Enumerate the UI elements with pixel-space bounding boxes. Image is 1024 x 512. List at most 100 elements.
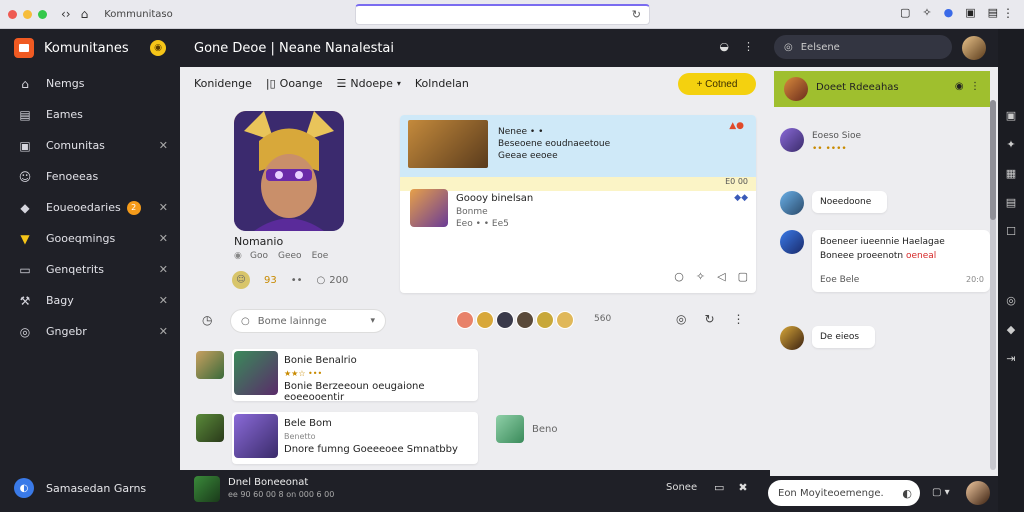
sidebar-item-2[interactable]: ▣ Comunitas ✕ (0, 130, 180, 161)
close-icon[interactable]: ✕ (159, 325, 168, 338)
lock-ext-icon[interactable]: ▤ (988, 6, 998, 19)
sidebar-item-6[interactable]: ▭ Genqetrits ✕ (0, 254, 180, 285)
feature-card[interactable]: Nenee • • Beseoene eoudnaeetoue Geeae ee… (400, 115, 756, 293)
window-close-button[interactable] (8, 9, 17, 19)
filter-dropdown[interactable]: ○ Bome lainnge ▾ (230, 309, 386, 333)
expand-icon[interactable]: ▢ (738, 270, 748, 283)
rail-icon-exit[interactable]: ⇥ (1006, 352, 1015, 365)
hero-meta-item: Goo (250, 251, 268, 261)
like-icon[interactable]: ○ (674, 270, 684, 283)
message-text: Boneee proeenotn (820, 251, 906, 261)
right-rail: ▣ ✦ ▦ ▤ ☐ ◎ ◆ ⇥ (998, 29, 1024, 512)
chat-message[interactable]: Boeneer iueennie Haelagae Boneee proeeno… (780, 230, 990, 292)
window-minimize-button[interactable] (23, 9, 32, 19)
share-icon[interactable]: ✧ (696, 270, 705, 283)
home-icon[interactable]: ⌂ (81, 7, 89, 21)
chat-icon[interactable]: ▭ (714, 481, 724, 494)
blue-ext-icon[interactable]: ● (944, 6, 954, 19)
connect-button[interactable]: + Cotned (678, 73, 756, 95)
now-playing-sub: ee 90 60 00 8 on 000 6 00 (228, 490, 335, 499)
puzzle-ext-icon[interactable]: ✧ (922, 6, 931, 19)
flag-icon[interactable]: ▲● (729, 121, 744, 131)
scrollbar-thumb[interactable] (990, 100, 996, 220)
sidebar-footer[interactable]: ◐ Samasedan Garns (14, 478, 146, 498)
aside-item[interactable]: Beno (496, 415, 557, 443)
user-avatar[interactable] (962, 36, 986, 60)
tab-0[interactable]: Konidenge (194, 77, 252, 90)
close-icon[interactable]: ✕ (159, 294, 168, 307)
hero-name: Nomanio (234, 235, 284, 248)
my-avatar[interactable] (966, 481, 990, 505)
shield-ext-icon[interactable]: ▢ (900, 6, 910, 19)
chat-compose: Eon Moyiteoemenge. ◐ ▢ ▾ (768, 476, 998, 512)
more-icon[interactable]: ⋮ (970, 81, 980, 92)
post-thumb[interactable] (196, 414, 224, 442)
post-title: Bonie Benalrio (284, 355, 357, 366)
browser-chrome: ‹› ⌂ Kommunitaso ↻ ▢ ✧ ● ▣ ▤ ⋮ (0, 0, 1024, 29)
chat-message[interactable]: De eieos (780, 326, 876, 350)
sidebar-item-8[interactable]: ◎ Gngebr ✕ (0, 316, 180, 347)
post-menu-icon[interactable]: ◆◆ (734, 193, 748, 203)
post-card[interactable]: Bele Bom Benetto Dnore fumng Goeeeoee Sm… (232, 412, 478, 464)
filter-placeholder: Bome lainnge (257, 315, 327, 327)
send-icon[interactable]: ◐ (902, 487, 912, 500)
chat-group-header[interactable]: Doeet Rdeeahas ◉ ⋮ (774, 71, 990, 107)
refresh-icon[interactable]: ◎ (676, 312, 686, 326)
group-name: Doeet Rdeeahas (816, 82, 899, 93)
bottom-label[interactable]: Sonee (666, 482, 697, 493)
rail-icon-link[interactable]: ✦ (1006, 138, 1015, 151)
notification-icon[interactable]: ◒ (719, 40, 729, 53)
rail-icon-bell[interactable]: ▣ (1006, 109, 1016, 122)
url-bar[interactable]: ↻ (355, 4, 650, 25)
close-icon[interactable]: ✕ (159, 139, 168, 152)
rail-icon-list[interactable]: ▤ (1006, 196, 1016, 209)
menu-icon[interactable]: ⋮ (1002, 6, 1014, 20)
reload-icon[interactable]: ↻ (632, 8, 641, 21)
post-text: Bonie Berzeeoun oeugaione eoeeooentir (284, 381, 425, 403)
sync-icon[interactable]: ↻ (704, 312, 714, 326)
chat-input[interactable]: Eon Moyiteoemenge. ◐ (768, 480, 920, 506)
window-maximize-button[interactable] (38, 9, 47, 19)
post-thumb[interactable] (196, 351, 224, 379)
sidebar-item-1[interactable]: ▤ Eames (0, 99, 180, 130)
rail-icon-settings[interactable]: ◎ (1006, 294, 1016, 307)
sidebar-item-0[interactable]: ⌂ Nemgs (0, 68, 180, 99)
tab-1[interactable]: |▯ Ooange (266, 77, 323, 90)
hero-avatar[interactable] (234, 111, 344, 231)
coin-icon[interactable]: ◉ (150, 40, 166, 56)
rail-icon-expand[interactable]: ☐ (1006, 225, 1016, 238)
member-avatar (456, 311, 474, 329)
now-playing-image[interactable] (194, 476, 220, 502)
chat-scrollbar[interactable] (990, 100, 996, 470)
member-avatars[interactable] (456, 311, 574, 329)
more-icon[interactable]: ⋮ (733, 312, 745, 326)
post-author: Bonme (456, 207, 488, 217)
history-icon[interactable]: ◷ (202, 313, 212, 327)
link-icon[interactable]: ✖ (738, 481, 747, 494)
rail-icon-shield[interactable]: ◆ (1007, 323, 1015, 336)
sidebar-item-7[interactable]: ⚒ Bagy ✕ (0, 285, 180, 316)
chat-message[interactable]: Noeedoone (780, 191, 888, 215)
comment-icon[interactable]: ◁ (717, 270, 725, 283)
back-icon[interactable]: ‹› (61, 7, 71, 21)
tag-ext-icon[interactable]: ▣ (965, 6, 975, 19)
close-icon[interactable]: ✕ (159, 232, 168, 245)
sidebar-item-3[interactable]: ☺ Fenoeeas (0, 161, 180, 192)
tab-3[interactable]: Kolndelan (415, 77, 469, 90)
sidebar-item-5[interactable]: ▼ Gooeqmings ✕ (0, 223, 180, 254)
rail-icon-grid[interactable]: ▦ (1006, 167, 1016, 180)
post-card[interactable]: Bonie Benalrio ★★☆ ••• Bonie Berzeeoun o… (232, 349, 478, 403)
mute-icon[interactable]: ◉ (955, 81, 964, 92)
attach-icon[interactable]: ▢ ▾ (932, 487, 950, 498)
chat-message[interactable]: Eoeso Sioe •• •••• (780, 128, 861, 156)
sender-avatar (780, 326, 804, 350)
close-icon[interactable]: ✕ (159, 201, 168, 214)
chat-search[interactable]: ◎ Eelsene (774, 35, 952, 59)
more-icon[interactable]: ⋮ (743, 40, 754, 53)
member-avatar (536, 311, 554, 329)
close-icon[interactable]: ✕ (159, 263, 168, 276)
brand[interactable]: Komunitanes ◉ (0, 29, 180, 67)
message-line: Boneee proeenotn oeneal (820, 249, 982, 263)
sidebar-item-4[interactable]: ◆ Eoueoedaries 2 ✕ (0, 192, 180, 223)
tab-2[interactable]: ☰ Ndoepe ▾ (337, 77, 401, 90)
